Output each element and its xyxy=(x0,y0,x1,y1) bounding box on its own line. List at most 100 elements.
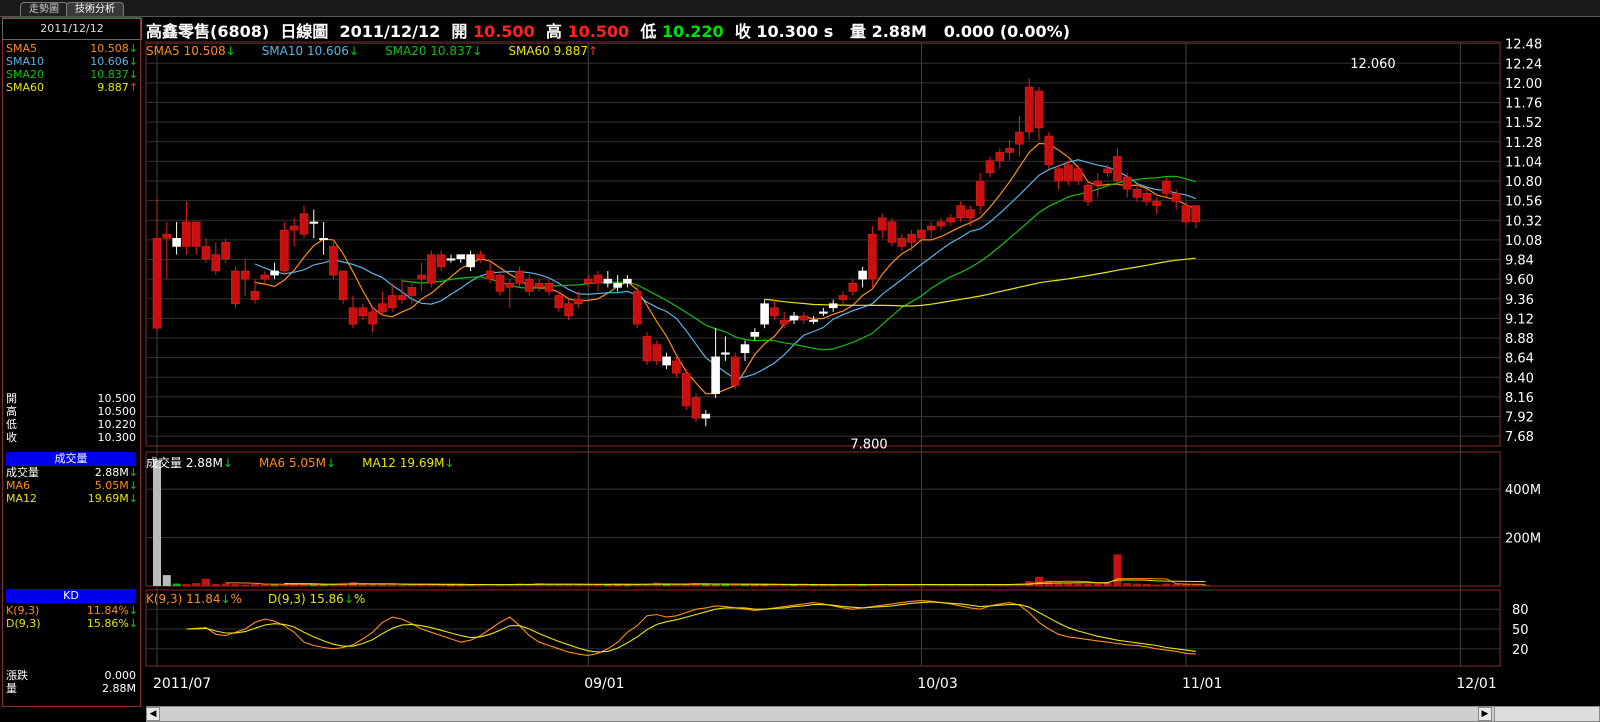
candle-body xyxy=(936,221,946,227)
candle-body xyxy=(1024,86,1034,133)
candle-body xyxy=(652,344,662,362)
candle-body xyxy=(456,254,466,260)
legend-item-1: D(9,3) 15.86↓% xyxy=(268,592,365,606)
candle-body xyxy=(427,254,436,284)
y-tick-label: 8.16 xyxy=(1505,391,1534,406)
y-tick-label: 10.32 xyxy=(1505,214,1542,229)
volume-bar xyxy=(554,584,563,586)
price-legend: SMA5 10.508↓ SMA10 10.606↓ SMA20 10.837↓ SM… xyxy=(146,44,624,58)
legend-item-0: SMA5 10.508↓ xyxy=(146,44,236,58)
candle-body xyxy=(926,225,936,231)
legend-item-0: K(9,3) 11.84↓% xyxy=(146,592,242,606)
candle-body xyxy=(701,413,711,419)
volume-bar xyxy=(153,460,161,586)
legend-item-2: MA12 19.69M↓ xyxy=(362,456,454,470)
candle-body xyxy=(779,319,789,325)
volume-bar xyxy=(1191,584,1200,586)
volume-bar xyxy=(182,584,191,586)
candle-body xyxy=(760,303,769,325)
volume-bar xyxy=(368,584,377,586)
candle-body xyxy=(828,303,838,309)
candle-body xyxy=(662,356,671,366)
volume-bar xyxy=(398,584,406,586)
candle-body xyxy=(329,246,338,276)
candle-body xyxy=(397,295,407,300)
candle-body xyxy=(515,270,524,284)
scroll-right-icon[interactable]: ▶ xyxy=(1478,707,1492,721)
volume-tick-label: 200M xyxy=(1505,532,1541,547)
candle-body xyxy=(1093,180,1103,186)
x-tick-label: 11/01 xyxy=(1182,676,1222,692)
volume-bar xyxy=(1113,554,1122,586)
candle-body xyxy=(868,233,877,280)
candle-body xyxy=(583,278,593,284)
down-arrow-icon: ↓ xyxy=(472,44,483,58)
candle-body xyxy=(182,221,191,247)
candle-body xyxy=(799,315,809,321)
candle-body xyxy=(407,287,417,296)
candle-body xyxy=(446,258,456,261)
candle-body xyxy=(152,237,162,329)
horizontal-scrollbar[interactable] xyxy=(146,706,1558,722)
y-tick-label: 10.80 xyxy=(1505,175,1542,190)
legend-suffix: % xyxy=(230,592,242,606)
y-tick-label: 11.04 xyxy=(1505,155,1542,170)
candle-body xyxy=(593,274,603,284)
scroll-left-icon[interactable]: ◀ xyxy=(146,707,160,721)
chart-area[interactable]: 2011/07 09/01 10/03 11/01 12/01 12.48 12.24 12.… xyxy=(0,0,1600,722)
legend-item-2: SMA20 10.837↓ xyxy=(385,44,482,58)
candle-body xyxy=(1122,176,1132,190)
down-arrow-icon: ↓ xyxy=(225,44,236,58)
candle-body xyxy=(642,336,652,362)
candle-body xyxy=(848,282,858,292)
candle-body xyxy=(544,282,554,292)
candle-body xyxy=(711,356,720,394)
kd-legend: K(9,3) 11.84↓% D(9,3) 15.86↓% xyxy=(146,592,391,606)
legend-text: SMA5 10.508 xyxy=(146,44,226,58)
price-annotation: 12.060 xyxy=(1350,57,1396,72)
volume-bar xyxy=(711,584,720,586)
candle-body xyxy=(1073,168,1083,182)
candle-body xyxy=(495,274,505,292)
candle-body xyxy=(309,221,319,224)
volume-bar xyxy=(1152,584,1161,586)
candle-body xyxy=(211,254,221,272)
candle-body xyxy=(289,225,299,231)
candle-body xyxy=(1005,148,1014,153)
candle-body xyxy=(280,229,289,272)
candle-body xyxy=(476,254,485,260)
candle-body xyxy=(368,311,377,325)
candle-body xyxy=(1083,184,1093,202)
y-tick-label: 9.60 xyxy=(1505,273,1534,288)
kd-tick-label: 50 xyxy=(1512,623,1529,638)
y-tick-label: 9.84 xyxy=(1505,254,1534,269)
candle-body xyxy=(1103,168,1112,174)
candle-body xyxy=(907,233,916,243)
legend-text: SMA20 10.837 xyxy=(385,44,473,58)
volume-bar xyxy=(1093,583,1102,586)
volume-bar xyxy=(1074,583,1083,586)
toolbar-icons[interactable] xyxy=(1494,706,1600,722)
volume-bar xyxy=(388,584,397,586)
candle-body xyxy=(770,307,779,317)
down-arrow-icon: ↓ xyxy=(444,456,455,470)
y-tick-label: 8.40 xyxy=(1505,371,1534,386)
volume-bar xyxy=(231,584,240,586)
y-tick-label: 10.56 xyxy=(1505,195,1542,210)
candle-body xyxy=(525,278,534,292)
candle-body xyxy=(819,311,828,314)
candle-body xyxy=(299,213,309,235)
y-tick-label: 11.52 xyxy=(1505,116,1542,131)
legend-item-0: 成交量 2.88M↓ xyxy=(146,456,233,470)
legend-text: SMA60 9.887 xyxy=(508,44,588,58)
y-tick-label: 11.28 xyxy=(1505,136,1542,151)
legend-text: K(9,3) 11.84 xyxy=(146,592,221,606)
candle-body xyxy=(221,242,230,260)
volume-bar xyxy=(1133,583,1141,586)
y-tick-label: 8.88 xyxy=(1505,332,1534,347)
volume-bar xyxy=(1201,585,1210,586)
candle-body xyxy=(417,274,426,280)
candle-body xyxy=(956,205,965,219)
candle-body xyxy=(603,278,613,284)
candle-body xyxy=(750,332,760,337)
